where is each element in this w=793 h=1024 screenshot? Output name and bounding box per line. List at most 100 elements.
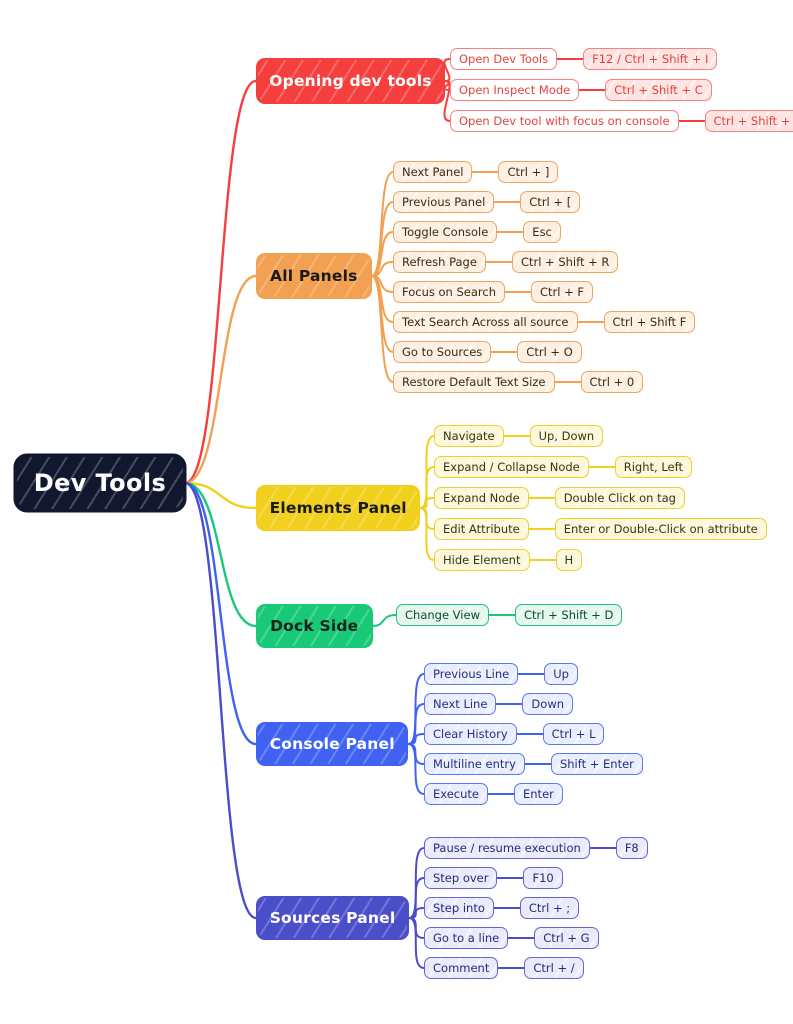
- topic-node-previous-line-label: Previous Line: [433, 667, 510, 681]
- key-node-open-dev-tools[interactable]: F12 / Ctrl + Shift + I: [583, 48, 718, 70]
- key-node-previous-line[interactable]: Up: [544, 663, 578, 685]
- root-node-label: Dev Tools: [33, 469, 167, 497]
- branch-node-all-panels-label: All Panels: [270, 267, 358, 285]
- key-node-restore-default-text-size-label: Ctrl + 0: [589, 375, 635, 389]
- key-node-multiline-entry[interactable]: Shift + Enter: [550, 753, 643, 775]
- key-node-change-view-label: Ctrl + Shift + D: [523, 608, 614, 622]
- branch-node-sources-panel[interactable]: Sources Panel: [256, 896, 410, 940]
- topic-node-edit-attribute[interactable]: Edit Attribute: [434, 518, 529, 540]
- key-node-refresh-page-label: Ctrl + Shift + R: [520, 255, 610, 269]
- topic-node-go-to-a-line-label: Go to a line: [433, 931, 500, 945]
- topic-node-open-dev-tools-label: Open Dev Tools: [459, 52, 549, 66]
- topic-node-step-into[interactable]: Step into: [424, 897, 494, 919]
- topic-node-open-dev-tools[interactable]: Open Dev Tools: [450, 48, 558, 70]
- key-node-go-to-a-line[interactable]: Ctrl + G: [534, 927, 599, 949]
- topic-node-focus-on-search-label: Focus on Search: [402, 285, 496, 299]
- branch-node-console-panel[interactable]: Console Panel: [256, 722, 409, 766]
- key-node-clear-history-label: Ctrl + L: [551, 727, 596, 741]
- branch-node-opening-dev-tools[interactable]: Opening dev tools: [256, 58, 446, 104]
- key-node-step-over[interactable]: F10: [523, 867, 563, 889]
- key-node-open-dev-tool-with-focus-on-console-label: Ctrl + Shift + J: [713, 114, 793, 128]
- topic-node-refresh-page-label: Refresh Page: [402, 255, 477, 269]
- topic-node-change-view-label: Change View: [405, 608, 480, 622]
- topic-node-edit-attribute-label: Edit Attribute: [443, 522, 520, 536]
- topic-node-previous-panel-label: Previous Panel: [402, 195, 486, 209]
- topic-node-open-dev-tool-with-focus-on-console[interactable]: Open Dev tool with focus on console: [450, 110, 679, 132]
- topic-node-hide-element[interactable]: Hide Element: [434, 549, 530, 571]
- key-node-navigate[interactable]: Up, Down: [529, 425, 604, 447]
- key-node-execute[interactable]: Enter: [514, 783, 563, 805]
- key-node-change-view[interactable]: Ctrl + Shift + D: [514, 604, 623, 626]
- topic-node-previous-line[interactable]: Previous Line: [424, 663, 519, 685]
- topic-node-focus-on-search[interactable]: Focus on Search: [393, 281, 505, 303]
- branch-node-dock-side[interactable]: Dock Side: [256, 604, 373, 648]
- key-node-step-into[interactable]: Ctrl + ;: [519, 897, 580, 919]
- topic-node-open-dev-tool-with-focus-on-console-label: Open Dev tool with focus on console: [459, 114, 670, 128]
- root-node-dev-tools[interactable]: Dev Tools: [15, 455, 185, 511]
- topic-node-change-view[interactable]: Change View: [396, 604, 489, 626]
- topic-node-execute[interactable]: Execute: [424, 783, 488, 805]
- key-node-restore-default-text-size[interactable]: Ctrl + 0: [580, 371, 644, 393]
- topic-node-navigate[interactable]: Navigate: [434, 425, 504, 447]
- topic-node-open-inspect-mode[interactable]: Open Inspect Mode: [450, 79, 580, 101]
- topic-node-previous-panel[interactable]: Previous Panel: [393, 191, 495, 213]
- topic-node-expand-collapse-node[interactable]: Expand / Collapse Node: [434, 456, 589, 478]
- key-node-hide-element[interactable]: H: [555, 549, 583, 571]
- topic-node-hide-element-label: Hide Element: [443, 553, 521, 567]
- key-node-previous-panel-label: Ctrl + [: [529, 195, 572, 209]
- key-node-step-into-label: Ctrl + ;: [528, 901, 571, 915]
- key-node-go-to-sources[interactable]: Ctrl + O: [517, 341, 582, 363]
- branch-node-opening-dev-tools-label: Opening dev tools: [269, 72, 432, 90]
- key-node-navigate-label: Up, Down: [538, 429, 595, 443]
- key-node-text-search-across-all-source[interactable]: Ctrl + Shift F: [603, 311, 696, 333]
- key-node-expand-node-label: Double Click on tag: [563, 491, 676, 505]
- key-node-step-over-label: F10: [532, 871, 554, 885]
- key-node-edit-attribute[interactable]: Enter or Double-Click on attribute: [554, 518, 767, 540]
- topic-node-restore-default-text-size[interactable]: Restore Default Text Size: [393, 371, 555, 393]
- key-node-expand-collapse-node[interactable]: Right, Left: [614, 456, 692, 478]
- topic-node-next-line[interactable]: Next Line: [424, 693, 497, 715]
- key-node-focus-on-search[interactable]: Ctrl + F: [531, 281, 594, 303]
- topic-node-step-over[interactable]: Step over: [424, 867, 498, 889]
- key-node-next-line-label: Down: [531, 697, 565, 711]
- topic-node-go-to-sources[interactable]: Go to Sources: [393, 341, 492, 363]
- key-node-toggle-console[interactable]: Esc: [523, 221, 561, 243]
- topic-node-pause-resume-execution[interactable]: Pause / resume execution: [424, 837, 590, 859]
- topic-node-pause-resume-execution-label: Pause / resume execution: [433, 841, 581, 855]
- topic-node-multiline-entry[interactable]: Multiline entry: [424, 753, 525, 775]
- key-node-previous-panel[interactable]: Ctrl + [: [520, 191, 581, 213]
- topic-node-refresh-page[interactable]: Refresh Page: [393, 251, 486, 273]
- topic-node-next-panel[interactable]: Next Panel: [393, 161, 473, 183]
- key-node-comment-label: Ctrl + /: [533, 961, 575, 975]
- key-node-go-to-sources-label: Ctrl + O: [526, 345, 573, 359]
- topic-node-text-search-across-all-source[interactable]: Text Search Across all source: [393, 311, 578, 333]
- key-node-next-line[interactable]: Down: [522, 693, 574, 715]
- topic-node-comment[interactable]: Comment: [424, 957, 499, 979]
- key-node-next-panel[interactable]: Ctrl + ]: [498, 161, 559, 183]
- topic-node-go-to-a-line[interactable]: Go to a line: [424, 927, 509, 949]
- key-node-open-dev-tools-label: F12 / Ctrl + Shift + I: [592, 52, 709, 66]
- branch-node-elements-panel[interactable]: Elements Panel: [256, 485, 421, 531]
- key-node-refresh-page[interactable]: Ctrl + Shift + R: [511, 251, 619, 273]
- topic-node-next-line-label: Next Line: [433, 697, 488, 711]
- topic-node-expand-node[interactable]: Expand Node: [434, 487, 529, 509]
- topic-node-toggle-console[interactable]: Toggle Console: [393, 221, 498, 243]
- topic-node-clear-history[interactable]: Clear History: [424, 723, 517, 745]
- key-node-focus-on-search-label: Ctrl + F: [540, 285, 585, 299]
- key-node-hide-element-label: H: [564, 553, 574, 567]
- key-node-execute-label: Enter: [523, 787, 554, 801]
- key-node-open-inspect-mode[interactable]: Ctrl + Shift + C: [605, 79, 712, 101]
- branch-node-all-panels[interactable]: All Panels: [256, 253, 372, 299]
- topic-node-restore-default-text-size-label: Restore Default Text Size: [402, 375, 546, 389]
- key-node-toggle-console-label: Esc: [532, 225, 552, 239]
- topic-node-next-panel-label: Next Panel: [402, 165, 464, 179]
- key-node-edit-attribute-label: Enter or Double-Click on attribute: [563, 522, 758, 536]
- key-node-open-dev-tool-with-focus-on-console[interactable]: Ctrl + Shift + J: [704, 110, 793, 132]
- key-node-pause-resume-execution[interactable]: F8: [615, 837, 648, 859]
- key-node-comment[interactable]: Ctrl + /: [524, 957, 584, 979]
- key-node-previous-line-label: Up: [553, 667, 569, 681]
- topic-node-step-into-label: Step into: [433, 901, 485, 915]
- key-node-clear-history[interactable]: Ctrl + L: [542, 723, 605, 745]
- branch-node-sources-panel-label: Sources Panel: [269, 909, 396, 927]
- key-node-expand-node[interactable]: Double Click on tag: [554, 487, 685, 509]
